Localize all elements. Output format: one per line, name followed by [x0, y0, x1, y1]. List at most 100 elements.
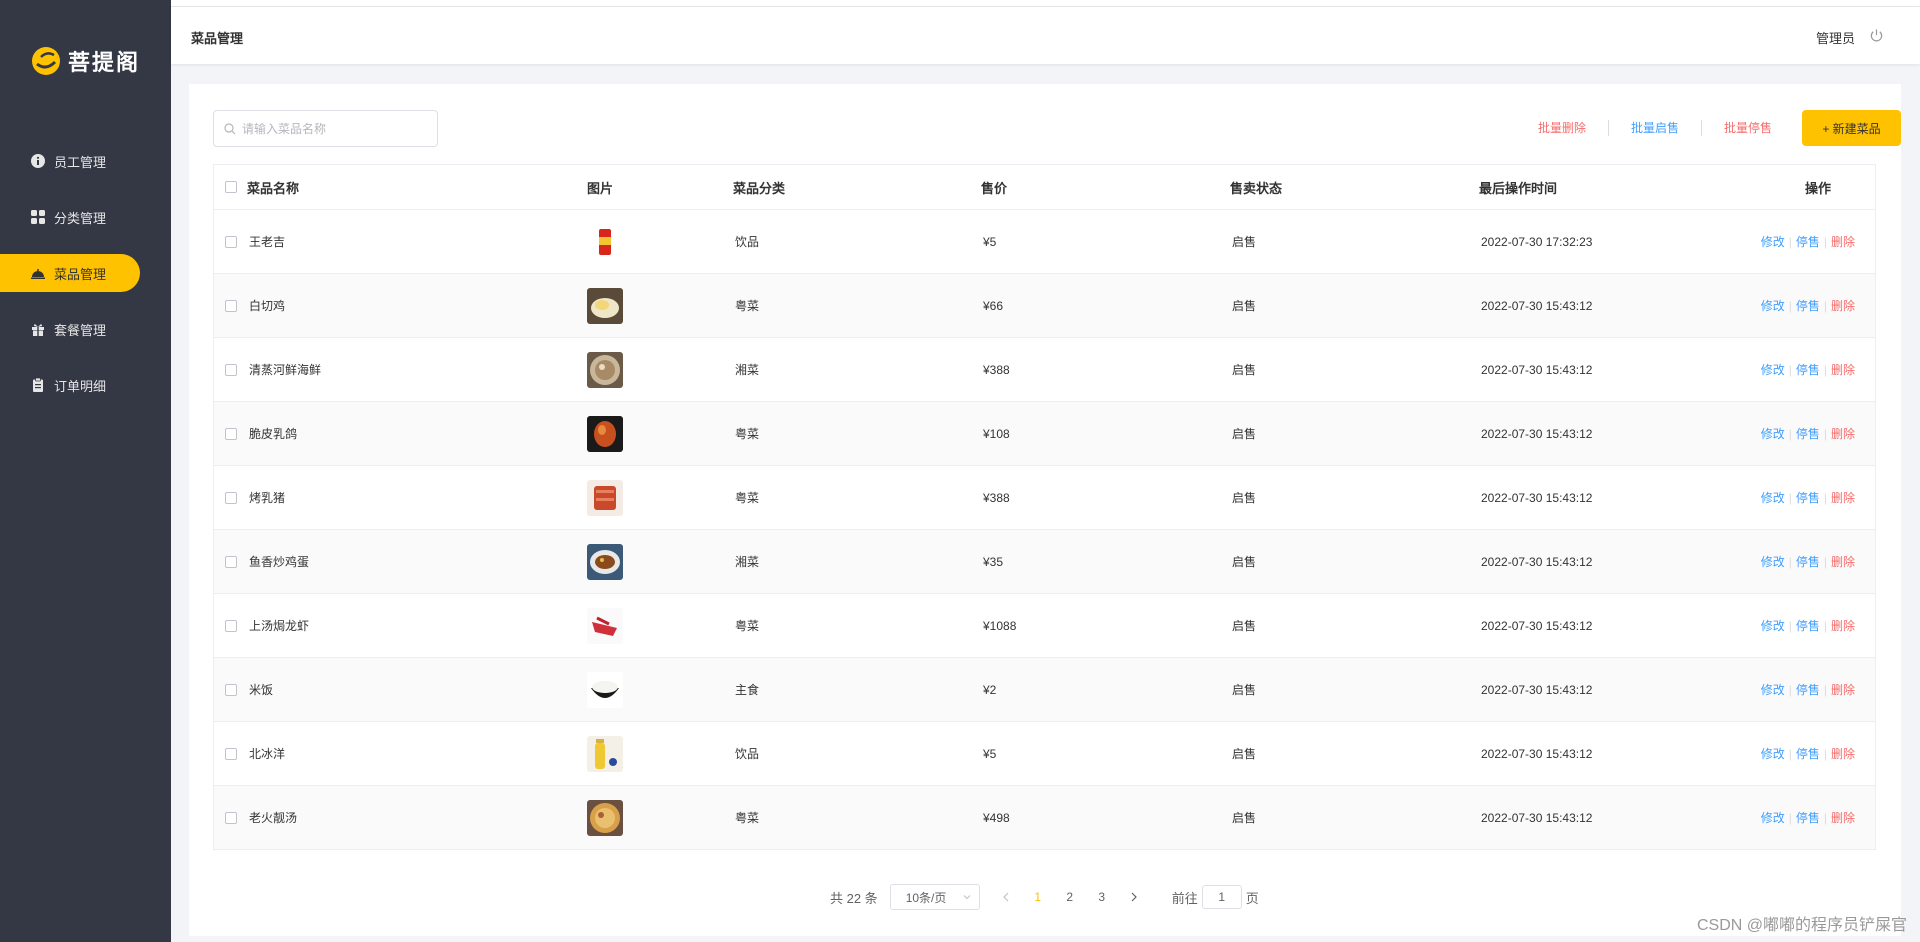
disable-button[interactable]: 停售: [1796, 683, 1820, 697]
search-box[interactable]: [213, 110, 438, 147]
dish-image: [587, 799, 623, 836]
edit-button[interactable]: 修改: [1761, 811, 1785, 825]
delete-button[interactable]: 删除: [1831, 299, 1855, 313]
page-number-1[interactable]: 1: [1032, 890, 1044, 904]
disable-button[interactable]: 停售: [1796, 811, 1820, 825]
delete-button[interactable]: 删除: [1831, 619, 1855, 633]
dish-status: 启售: [1232, 427, 1257, 441]
disable-button[interactable]: 停售: [1796, 299, 1820, 313]
row-checkbox[interactable]: [225, 363, 237, 376]
disable-button[interactable]: 停售: [1796, 235, 1820, 249]
dish-image: [587, 223, 623, 260]
header: 菜品管理 管理员: [171, 7, 1920, 64]
column-header-status: 售卖状态: [1230, 180, 1283, 196]
row-checkbox[interactable]: [225, 619, 237, 632]
dish-category: 饮品: [735, 747, 760, 761]
dish-price: ¥5: [983, 234, 997, 249]
page-size-value: 10条/页: [905, 890, 947, 905]
logout-power-icon[interactable]: [1869, 28, 1884, 43]
prev-page-button[interactable]: [1002, 889, 1012, 905]
edit-button[interactable]: 修改: [1761, 427, 1785, 441]
user-name[interactable]: 管理员: [1816, 28, 1855, 47]
dish-updated-time: 2022-07-30 17:32:23: [1481, 234, 1593, 249]
row-checkbox[interactable]: [225, 555, 237, 568]
grid-icon: [30, 209, 46, 225]
sidebar-item-categories[interactable]: 分类管理: [0, 198, 171, 236]
row-checkbox[interactable]: [225, 299, 237, 312]
edit-button[interactable]: 修改: [1761, 683, 1785, 697]
dish-image: [587, 351, 623, 388]
disable-button[interactable]: 停售: [1796, 491, 1820, 505]
dish-name: 王老吉: [249, 235, 286, 249]
row-checkbox[interactable]: [225, 747, 237, 760]
dish-updated-time: 2022-07-30 15:43:12: [1481, 810, 1593, 825]
delete-button[interactable]: 删除: [1831, 555, 1855, 569]
dish-image: [587, 287, 623, 324]
disable-button[interactable]: 停售: [1796, 427, 1820, 441]
delete-button[interactable]: 删除: [1831, 683, 1855, 697]
row-checkbox[interactable]: [225, 683, 237, 696]
next-page-button[interactable]: [1130, 889, 1140, 905]
table-row: 白切鸡 粤菜 ¥66 启售 2022-07-30 15:43:12 修改 | 停售 |…: [214, 274, 1875, 338]
row-checkbox[interactable]: [225, 811, 237, 824]
edit-button[interactable]: 修改: [1761, 299, 1785, 313]
dish-name: 清蒸河鲜海鲜: [249, 363, 322, 377]
disable-button[interactable]: 停售: [1796, 363, 1820, 377]
row-checkbox[interactable]: [225, 491, 237, 504]
sidebar-item-label: 订单明细: [54, 378, 107, 394]
batch-delete-button[interactable]: 批量删除: [1516, 120, 1609, 136]
dish-status: 启售: [1232, 747, 1257, 761]
delete-button[interactable]: 删除: [1831, 747, 1855, 761]
edit-button[interactable]: 修改: [1761, 619, 1785, 633]
page-size-select[interactable]: 10条/页: [889, 884, 980, 910]
delete-button[interactable]: 删除: [1831, 491, 1855, 505]
row-checkbox[interactable]: [225, 427, 237, 440]
delete-button[interactable]: 删除: [1831, 427, 1855, 441]
disable-button[interactable]: 停售: [1796, 619, 1820, 633]
add-dish-button[interactable]: + 新建菜品: [1802, 110, 1901, 146]
chevron-right-icon: [1131, 892, 1137, 902]
dish-price: ¥388: [983, 362, 1010, 377]
edit-button[interactable]: 修改: [1761, 235, 1785, 249]
edit-button[interactable]: 修改: [1761, 363, 1785, 377]
dish-image: [587, 479, 623, 516]
disable-button[interactable]: 停售: [1796, 747, 1820, 761]
sidebar-item-dishes[interactable]: 菜品管理: [0, 254, 140, 292]
dish-updated-time: 2022-07-30 15:43:12: [1481, 746, 1593, 761]
edit-button[interactable]: 修改: [1761, 555, 1785, 569]
sidebar-nav: 员工管理 分类管理 菜品管理 套餐管理 订单明细: [0, 142, 171, 422]
column-header-image: 图片: [587, 180, 614, 196]
table-row: 鱼香炒鸡蛋 湘菜 ¥35 启售 2022-07-30 15:43:12 修改 | 停…: [214, 530, 1875, 594]
edit-button[interactable]: 修改: [1761, 747, 1785, 761]
batch-enable-button[interactable]: 批量启售: [1609, 120, 1702, 136]
column-header-time: 最后操作时间: [1479, 180, 1558, 196]
content-card: 批量删除 批量启售 批量停售 + 新建菜品 菜品名称 图片 菜品分类 售价 售卖…: [189, 84, 1901, 936]
column-header-price: 售价: [981, 180, 1008, 196]
dish-updated-time: 2022-07-30 15:43:12: [1481, 618, 1593, 633]
edit-button[interactable]: 修改: [1761, 491, 1785, 505]
dish-price: ¥1088: [983, 618, 1017, 633]
sidebar-item-orders[interactable]: 订单明细: [0, 366, 171, 404]
delete-button[interactable]: 删除: [1831, 811, 1855, 825]
delete-button[interactable]: 删除: [1831, 363, 1855, 377]
dish-cover-icon: [30, 265, 46, 281]
page-number-2[interactable]: 2: [1064, 890, 1076, 904]
select-all-checkbox[interactable]: [225, 181, 237, 193]
dish-price: ¥498: [983, 810, 1010, 825]
sidebar-item-employees[interactable]: 员工管理: [0, 142, 171, 180]
page-number-3[interactable]: 3: [1096, 890, 1108, 904]
disable-button[interactable]: 停售: [1796, 555, 1820, 569]
chevron-down-icon: [963, 895, 971, 900]
dish-updated-time: 2022-07-30 15:43:12: [1481, 554, 1593, 569]
goto-page-input[interactable]: [1201, 885, 1242, 909]
goto-page: 前往 页: [1172, 885, 1259, 909]
sidebar-item-label: 菜品管理: [54, 266, 107, 282]
brand-logo-icon: [32, 47, 60, 75]
search-input[interactable]: [242, 121, 432, 136]
goto-suffix: 页: [1245, 890, 1259, 906]
watermark: CSDN @嘟嘟的程序员铲屎官: [1696, 917, 1907, 934]
batch-disable-button[interactable]: 批量停售: [1702, 120, 1794, 136]
delete-button[interactable]: 删除: [1831, 235, 1855, 249]
sidebar-item-combos[interactable]: 套餐管理: [0, 310, 171, 348]
row-checkbox[interactable]: [225, 235, 237, 248]
